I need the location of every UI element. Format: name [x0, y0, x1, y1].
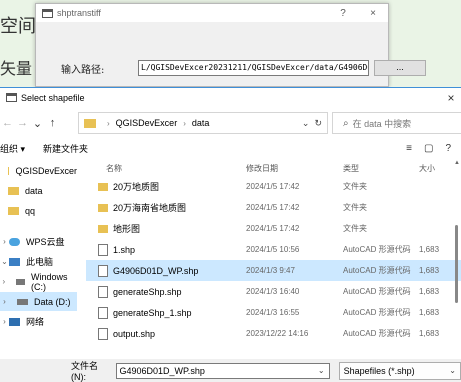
path-input[interactable]: L/QGISDevExcer20231211/QGISDevExcer/data…: [138, 60, 369, 76]
vertical-scrollbar[interactable]: ▲: [453, 160, 461, 350]
window-icon: [6, 93, 17, 102]
chevron-right-icon[interactable]: ›: [0, 277, 8, 286]
filename-label: 文件名(N):: [71, 361, 99, 382]
dialog-title: shptranstiff: [57, 8, 101, 18]
up-arrow-icon[interactable]: ↑: [45, 117, 60, 129]
address-row: ← → ⌄ ↑ › QGISDevExcer › data ⌄ ↻ ⌕ 在 da…: [0, 112, 461, 134]
file-row[interactable]: 1.shp 2024/1/5 10:56 AutoCAD 形源代码 1,683: [86, 239, 461, 260]
chevron-right-icon[interactable]: ›: [0, 297, 9, 306]
navigation-pane: QGISDevExcer data qq › WPS云盘 ⌄ 此电脑 › Window…: [0, 161, 77, 351]
sidebar-item-windows-c[interactable]: › Windows (C:): [0, 272, 77, 292]
search-box[interactable]: ⌕ 在 data 中搜索: [332, 112, 461, 134]
drive-icon: [17, 298, 28, 305]
document-icon: [98, 327, 108, 340]
path-label: 输入路径:: [61, 64, 105, 76]
network-icon: [9, 317, 20, 326]
file-toolbar: 组织 ▾ 新建文件夹 ≡ ▢ ?: [0, 138, 461, 158]
browse-button[interactable]: ...: [374, 60, 426, 76]
recent-locations-icon[interactable]: ⌄: [30, 117, 45, 130]
file-list-header: 名称 修改日期 类型 大小: [86, 160, 461, 176]
file-row[interactable]: generateShp_1.shp 2024/1/3 16:55 AutoCAD 形…: [86, 302, 461, 323]
breadcrumb[interactable]: › QGISDevExcer › data ⌄ ↻: [78, 112, 328, 134]
new-folder-button[interactable]: 新建文件夹: [43, 142, 88, 155]
folder-icon: [8, 206, 19, 215]
drive-icon: [15, 278, 26, 285]
select-shapefile-dialog: Select shapefile × ← → ⌄ ↑ › QGISDevExce…: [0, 87, 461, 382]
window-icon: [42, 8, 53, 18]
path-row: 输入路径: L/QGISDevExcer20231211/QGISDevExce…: [61, 60, 426, 76]
view-options-icon[interactable]: ≡: [406, 143, 412, 154]
file-dialog-title: Select shapefile: [21, 92, 85, 103]
organize-button[interactable]: 组织 ▾: [0, 142, 25, 155]
document-icon: [98, 243, 108, 256]
computer-icon: [9, 257, 20, 266]
filename-bar: 文件名(N): G4906D01D_WP.shp ⌄ Shapefiles (*…: [0, 359, 461, 382]
help-icon[interactable]: ?: [328, 8, 358, 19]
chevron-down-icon[interactable]: ⌄: [318, 364, 325, 378]
file-row-selected[interactable]: G4906D01D_WP.shp 2024/1/3 9:47 AutoCAD 形源代…: [86, 260, 461, 281]
document-icon: [98, 264, 108, 277]
breadcrumb-item-data[interactable]: data: [192, 118, 210, 128]
sidebar-item-this-pc[interactable]: ⌄ 此电脑: [0, 252, 77, 271]
sidebar-item-data[interactable]: data: [0, 181, 77, 200]
file-list: 名称 修改日期 类型 大小 20万地质图 2024/1/5 17:42 文件夹 20…: [86, 160, 461, 350]
sidebar-item-network[interactable]: › 网络: [0, 312, 77, 331]
file-row[interactable]: 20万海南省地质图 2024/1/5 17:42 文件夹: [86, 197, 461, 218]
document-icon: [98, 306, 108, 319]
back-arrow-icon[interactable]: ←: [0, 117, 15, 129]
file-row[interactable]: 20万地质图 2024/1/5 17:42 文件夹: [86, 176, 461, 197]
close-icon[interactable]: ×: [358, 8, 388, 19]
document-icon: [98, 285, 108, 298]
chevron-down-icon[interactable]: ⌄: [302, 118, 310, 129]
forward-arrow-icon[interactable]: →: [15, 117, 30, 129]
chevron-down-icon: ⌄: [449, 365, 456, 375]
sidebar-item-data-d[interactable]: › Data (D:): [0, 292, 77, 311]
file-row[interactable]: output.shp 2023/12/22 14:16 AutoCAD 形源代码 1,…: [86, 323, 461, 344]
folder-icon: [98, 203, 108, 212]
background-text-line2: 矢量: [0, 59, 33, 78]
search-icon: ⌕: [343, 117, 349, 129]
sidebar-item-qq[interactable]: qq: [0, 201, 77, 220]
folder-icon: [8, 166, 10, 175]
shptranstiff-dialog: shptranstiff ? × 输入路径: L/QGISDevExcer202…: [35, 3, 426, 87]
column-header-date[interactable]: 修改日期: [246, 163, 343, 174]
file-dialog-titlebar: Select shapefile ×: [0, 88, 461, 107]
refresh-icon[interactable]: ↻: [314, 118, 322, 129]
file-row[interactable]: 地形图 2024/1/5 17:42 文件夹: [86, 218, 461, 239]
sidebar-item-wps-cloud[interactable]: › WPS云盘: [0, 232, 77, 251]
filetype-select[interactable]: Shapefiles (*.shp) ⌄: [338, 361, 461, 380]
column-header-type[interactable]: 类型: [343, 163, 419, 174]
folder-icon: [98, 182, 108, 191]
help-icon[interactable]: ?: [445, 143, 451, 154]
search-input[interactable]: 在 data 中搜索: [353, 117, 412, 130]
preview-pane-icon[interactable]: ▢: [424, 143, 433, 154]
scroll-up-icon[interactable]: ▲: [453, 160, 461, 166]
breadcrumb-item-qgisdevexcer[interactable]: QGISDevExcer: [116, 118, 178, 128]
filename-input[interactable]: G4906D01D_WP.shp ⌄: [116, 362, 330, 379]
sidebar-item-qgisdevexcer[interactable]: QGISDevExcer: [0, 161, 77, 180]
chevron-down-icon[interactable]: ⌄: [0, 257, 9, 266]
shptranstiff-titlebar: shptranstiff ? ×: [36, 4, 388, 22]
folder-icon: [8, 186, 19, 195]
chevron-right-icon[interactable]: ›: [0, 237, 9, 246]
folder-icon: [84, 118, 96, 128]
close-icon[interactable]: ×: [441, 91, 461, 105]
file-row[interactable]: generateShp.shp 2024/1/3 16:40 AutoCAD 形源代…: [86, 281, 461, 302]
cloud-icon: [9, 237, 20, 246]
folder-icon: [98, 224, 108, 233]
column-header-name[interactable]: 名称: [86, 163, 246, 174]
scrollbar-thumb[interactable]: [455, 225, 458, 303]
chevron-right-icon[interactable]: ›: [0, 317, 9, 326]
